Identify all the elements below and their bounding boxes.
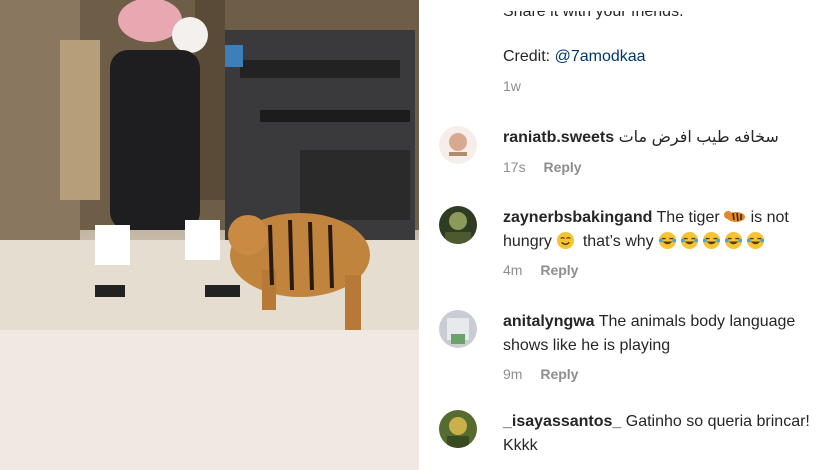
comment-text: The tiger xyxy=(656,209,720,226)
comment-text: that’s why xyxy=(582,233,654,250)
comment-username[interactable]: zaynerbsbakingand xyxy=(503,209,652,226)
reply-button[interactable]: Reply xyxy=(540,262,578,278)
comment-meta: 17s Reply xyxy=(503,159,582,175)
caption-partial-line: Share it with your friends. xyxy=(503,3,684,20)
video-still xyxy=(0,0,419,470)
comment-text: سخافه طيب افرض مات xyxy=(618,129,779,146)
avatar-photo-icon xyxy=(439,410,477,448)
comment-time: 9m xyxy=(503,366,523,382)
comments-panel[interactable]: Share it with your friends. Credit: @7am… xyxy=(419,0,836,470)
avatar[interactable] xyxy=(439,126,477,164)
avatar-logo-icon xyxy=(439,126,477,164)
comment-username[interactable]: raniatb.sweets xyxy=(503,129,614,146)
tiger-emoji-icon xyxy=(724,211,746,222)
caption-timestamp: 1w xyxy=(503,78,521,94)
tears-of-joy-emoji-icon xyxy=(747,231,765,250)
reply-button[interactable]: Reply xyxy=(543,159,581,175)
tears-of-joy-emoji-icon xyxy=(659,231,677,250)
avatar[interactable] xyxy=(439,410,477,448)
comment-meta: 4m Reply xyxy=(503,262,578,278)
tears-of-joy-emoji-icon xyxy=(703,231,721,250)
comment-meta: 9m Reply xyxy=(503,366,578,382)
credit-handle-link[interactable]: @7amodkaa xyxy=(555,48,646,65)
comment-username[interactable]: anitalyngwa xyxy=(503,313,595,330)
credit-label: Credit: xyxy=(503,48,551,65)
tears-of-joy-emoji-icon xyxy=(725,231,743,250)
avatar[interactable] xyxy=(439,310,477,348)
avatar-photo-icon xyxy=(439,310,477,348)
video-frame[interactable] xyxy=(0,0,419,470)
smiling-face-emoji-icon xyxy=(557,231,575,250)
reply-button[interactable]: Reply xyxy=(540,366,578,382)
comment-time: 17s xyxy=(503,159,526,175)
avatar-photo-icon xyxy=(439,206,477,244)
comment-username[interactable]: _isayassantos_ xyxy=(503,413,621,430)
comment-time: 4m xyxy=(503,262,523,278)
avatar[interactable] xyxy=(439,206,477,244)
tears-of-joy-emoji-icon xyxy=(681,231,699,250)
caption-credit: Credit: @7amodkaa xyxy=(503,48,646,66)
